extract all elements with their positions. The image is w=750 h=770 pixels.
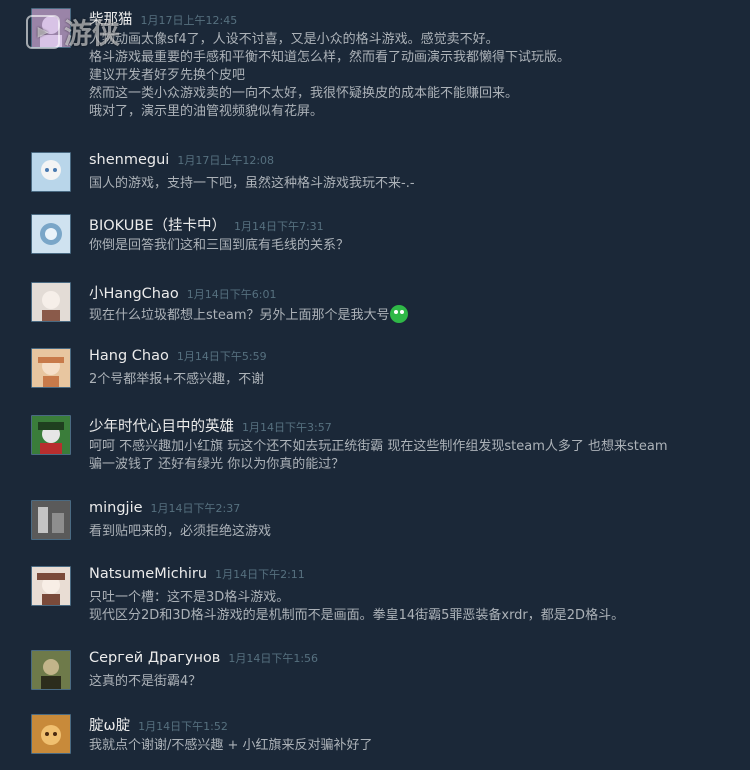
comment-author[interactable]: NatsumeMichiru 1月14日下午2:11 bbox=[89, 566, 305, 582]
comment-line: 现代区分2D和3D格斗游戏的是机制而不是画面。拳皇14街霸5罪恶装备xrdr，都… bbox=[89, 608, 625, 623]
avatar[interactable] bbox=[31, 714, 71, 754]
comment-line: 看到贴吧来的，必须拒绝这游戏 bbox=[89, 524, 272, 539]
comment-line: 2个号都举报+不感兴趣，不谢 bbox=[89, 372, 265, 387]
comment-line: 骗一波钱了 还好有绿光 你以为你真的能过？ bbox=[89, 457, 345, 472]
comment-line: 然而这一类小众游戏卖的一向不太好，我很怀疑换皮的成本能不能赚回来。 bbox=[89, 86, 519, 101]
comment-author[interactable]: mingjie 1月14日下午2:37 bbox=[89, 500, 240, 516]
author-name[interactable]: shenmegui bbox=[89, 152, 169, 168]
comment-author[interactable]: BIOKUBE（挂卡中） 1月14日下午7:31 bbox=[89, 214, 324, 235]
comment-text: 我就点个谢谢/不感兴趣 + 小红旗来反对骗补好了 bbox=[89, 737, 744, 755]
comment-line: 建议开发者好歹先换个皮吧 bbox=[89, 68, 246, 83]
comment-author[interactable]: 少年时代心目中的英雄 1月14日下午3:57 bbox=[89, 415, 332, 436]
comment-line: 你倒是回答我们这和三国到底有毛线的关系？ bbox=[89, 238, 350, 253]
comment-text: 只吐一个槽：这不是3D格斗游戏。现代区分2D和3D格斗游戏的是机制而不是画面。拳… bbox=[89, 589, 744, 625]
comment-timestamp: 1月14日下午5:59 bbox=[176, 350, 267, 363]
comment-timestamp: 1月14日下午1:52 bbox=[138, 720, 228, 733]
comment-author[interactable]: Сергей Драгунов 1月14日下午1:56 bbox=[89, 650, 318, 666]
author-name[interactable]: 腚ω腚 bbox=[89, 718, 130, 734]
comment-line: 格斗游戏最重要的手感和平衡不知道怎么样，然而看了动画演示我都懒得下试玩版。 bbox=[89, 50, 571, 65]
green-face-emoticon-icon bbox=[389, 305, 408, 323]
comment-text: 这真的不是街霸4？ bbox=[89, 673, 744, 691]
comment-text: 人物动画太像sf4了，人设不讨喜，又是小众的格斗游戏。感觉卖不好。格斗游戏最重要… bbox=[89, 31, 744, 121]
comment-line: 我就点个谢谢/不感兴趣 + 小红旗来反对骗补好了 bbox=[89, 738, 373, 753]
author-name[interactable]: NatsumeMichiru bbox=[89, 566, 207, 582]
avatar[interactable] bbox=[31, 214, 71, 254]
comment-author[interactable]: shenmegui 1月17日上午12:08 bbox=[89, 152, 274, 168]
author-name[interactable]: mingjie bbox=[89, 500, 143, 516]
comment-line: 这真的不是街霸4？ bbox=[89, 674, 202, 689]
comment-line: 现在什么垃圾都想上steam？另外上面那个是我大号 bbox=[89, 308, 390, 323]
comment-line: 哦对了，演示里的油管视频貌似有花屏。 bbox=[89, 104, 324, 119]
avatar[interactable] bbox=[31, 500, 71, 540]
comment-timestamp: 1月14日下午7:31 bbox=[233, 220, 324, 233]
author-name[interactable]: 少年时代心目中的英雄 bbox=[89, 419, 234, 435]
comment-line: 呵呵 不感兴趣加小红旗 玩这个还不如去玩正统街霸 现在这些制作组发现steam人… bbox=[89, 439, 668, 454]
comment-timestamp: 1月14日下午2:37 bbox=[150, 502, 241, 515]
watermark-logo: ▶ 游侠 bbox=[0, 12, 120, 52]
comment-line: 国人的游戏，支持一下吧，虽然这种格斗游戏我玩不来-.- bbox=[89, 176, 415, 191]
avatar[interactable] bbox=[31, 152, 71, 192]
avatar[interactable] bbox=[31, 282, 71, 322]
comment-text: 看到贴吧来的，必须拒绝这游戏 bbox=[89, 523, 744, 541]
watermark-text: 游侠 bbox=[64, 17, 121, 50]
comment-timestamp: 1月14日下午3:57 bbox=[242, 421, 332, 434]
comment-text: 你倒是回答我们这和三国到底有毛线的关系？ bbox=[89, 237, 744, 255]
comment-timestamp: 1月17日上午12:45 bbox=[140, 14, 238, 27]
comment-author[interactable]: 小HangChao 1月14日下午6:01 bbox=[89, 282, 276, 303]
comment-line: 人物动画太像sf4了，人设不讨喜，又是小众的格斗游戏。感觉卖不好。 bbox=[89, 32, 499, 47]
comment-text: 呵呵 不感兴趣加小红旗 玩这个还不如去玩正统街霸 现在这些制作组发现steam人… bbox=[89, 438, 744, 474]
comment-text: 国人的游戏，支持一下吧，虽然这种格斗游戏我玩不来-.- bbox=[89, 175, 744, 193]
comment-author[interactable]: Hang Chao 1月14日下午5:59 bbox=[89, 348, 267, 364]
avatar[interactable] bbox=[31, 650, 71, 690]
author-name[interactable]: BIOKUBE（挂卡中） bbox=[89, 218, 226, 234]
comment-line: 只吐一个槽：这不是3D格斗游戏。 bbox=[89, 590, 290, 605]
avatar[interactable] bbox=[31, 566, 71, 606]
comment-timestamp: 1月14日下午1:56 bbox=[228, 652, 319, 665]
comment-text: 2个号都举报+不感兴趣，不谢 bbox=[89, 371, 744, 389]
watermark-icon: ▶ bbox=[26, 15, 60, 49]
comment-text: 现在什么垃圾都想上steam？另外上面那个是我大号 bbox=[89, 305, 744, 325]
author-name[interactable]: 小HangChao bbox=[89, 286, 179, 302]
author-name[interactable]: Сергей Драгунов bbox=[89, 650, 220, 666]
comment-author[interactable]: 腚ω腚 1月14日下午1:52 bbox=[89, 714, 228, 735]
comment-timestamp: 1月14日下午2:11 bbox=[215, 568, 305, 581]
comment-timestamp: 1月17日上午12:08 bbox=[177, 154, 275, 167]
avatar[interactable] bbox=[31, 415, 71, 455]
comment-timestamp: 1月14日下午6:01 bbox=[186, 288, 277, 301]
avatar[interactable] bbox=[31, 348, 71, 388]
author-name[interactable]: Hang Chao bbox=[89, 348, 169, 364]
